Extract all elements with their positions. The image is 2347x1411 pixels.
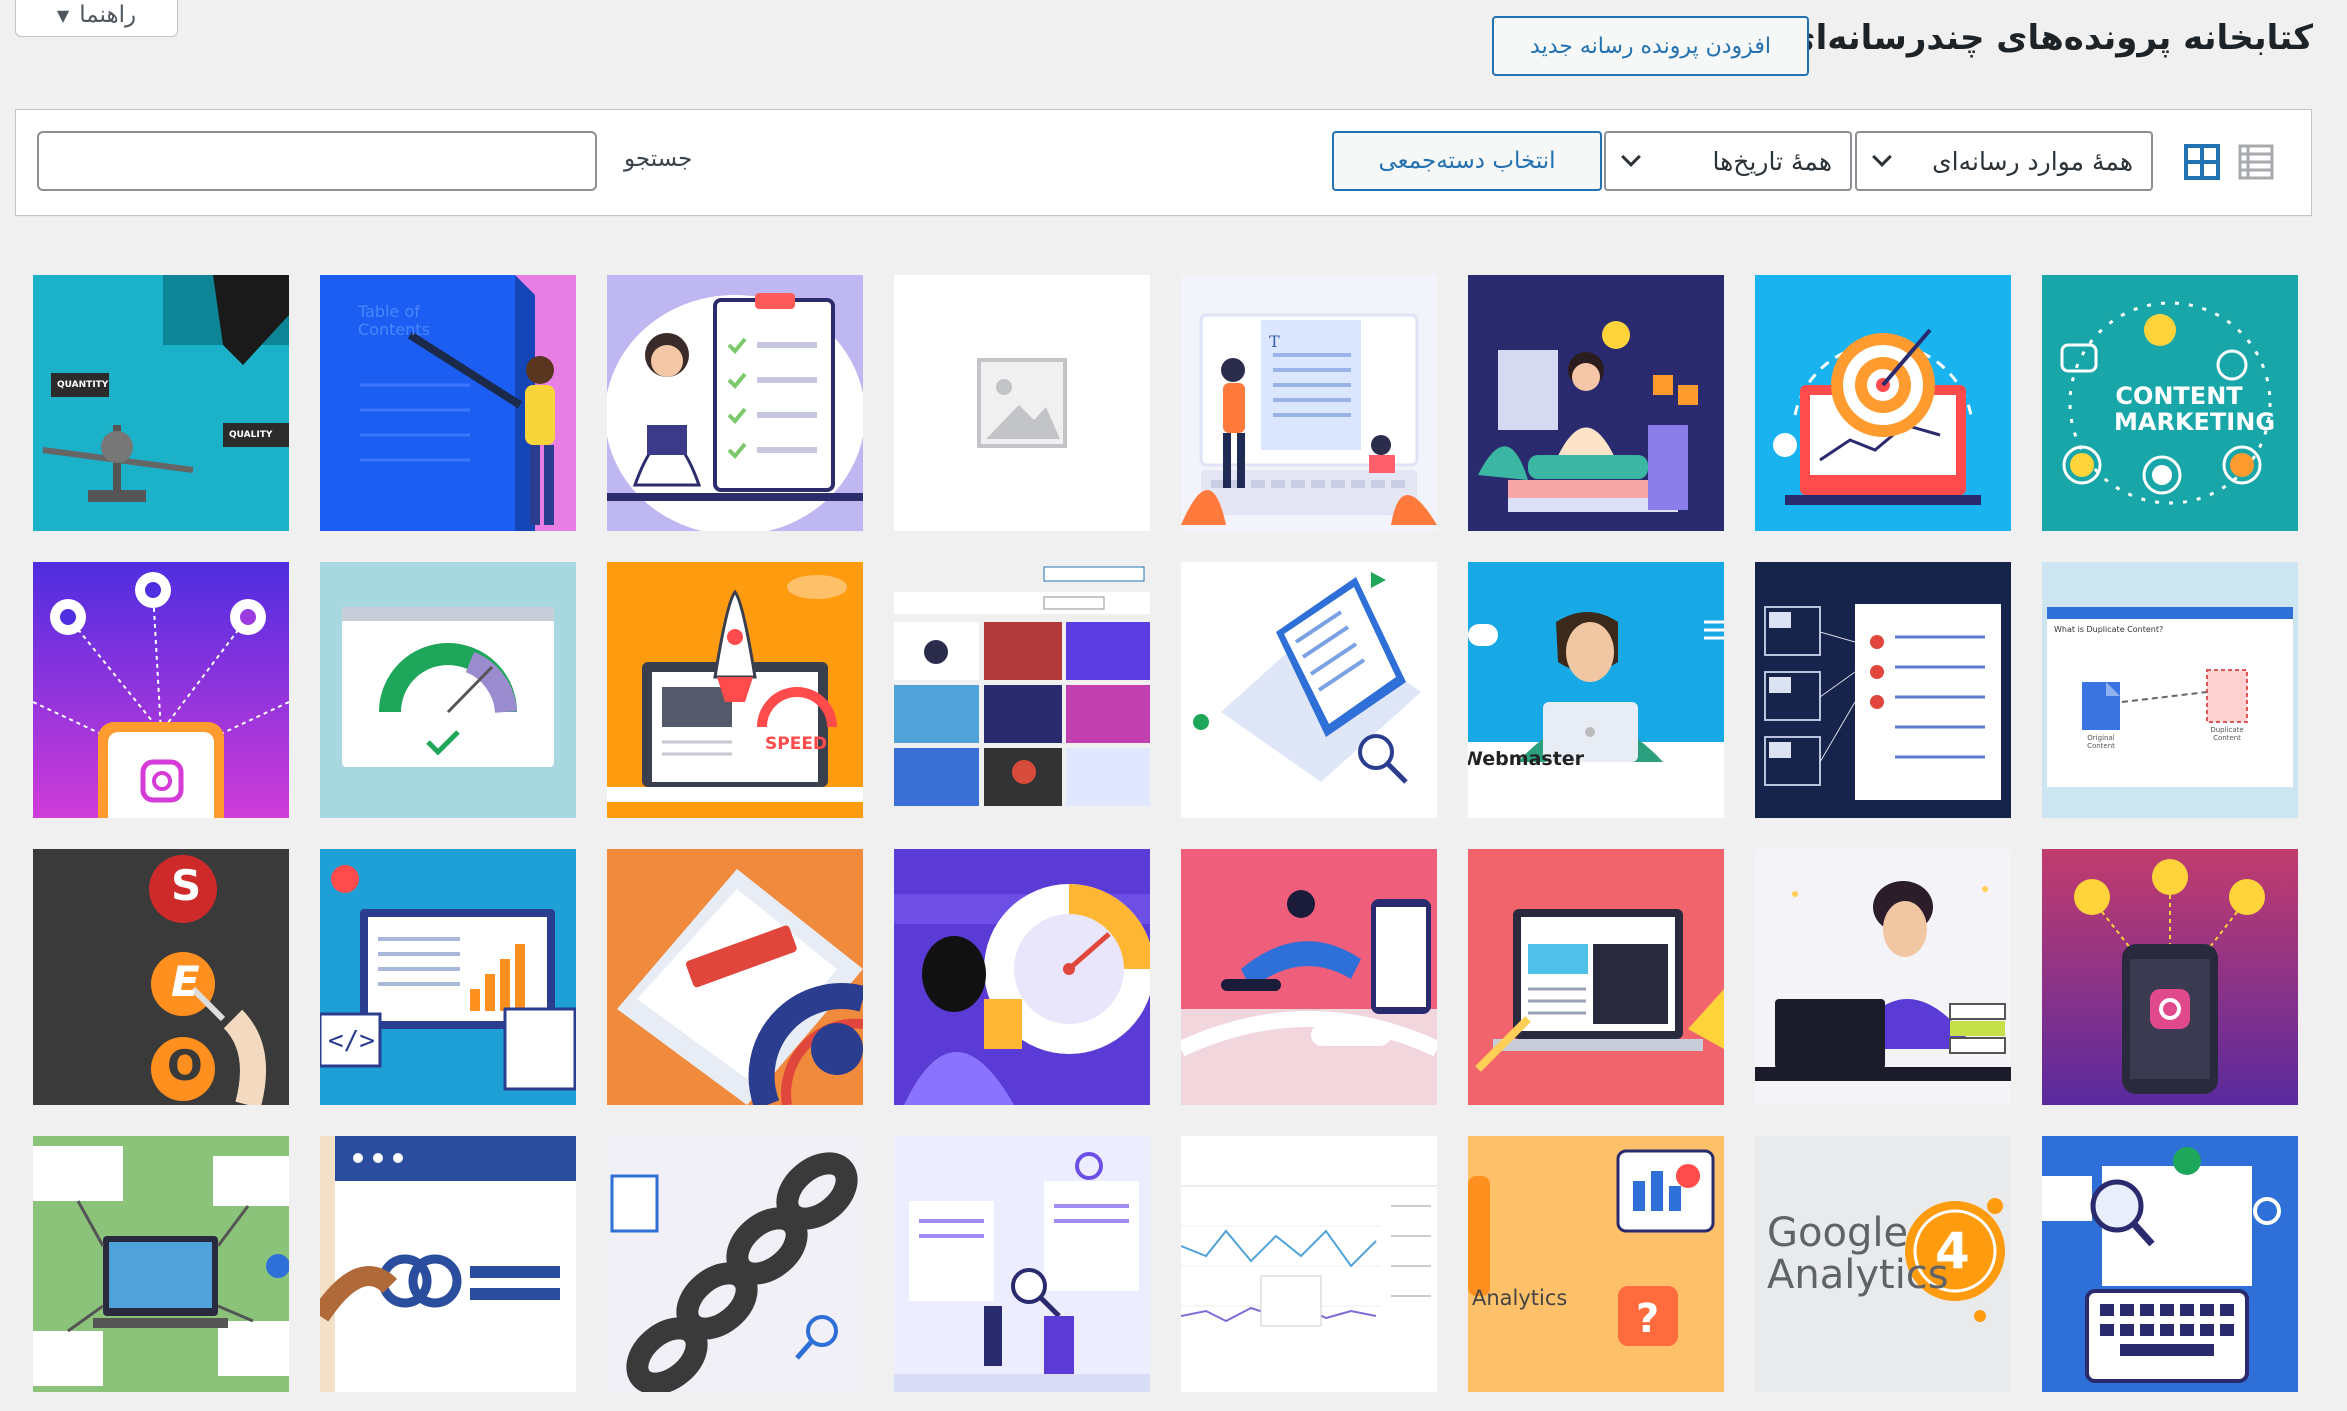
media-item[interactable] xyxy=(607,275,863,531)
thumb-label: Original Content xyxy=(2087,734,2115,750)
thumb-label: Webmaster xyxy=(1468,748,1585,770)
date-filter-select[interactable]: همهٔ تاریخ‌ها xyxy=(1604,131,1852,191)
media-item[interactable] xyxy=(1755,275,2011,531)
media-item[interactable] xyxy=(2042,1136,2298,1392)
media-item[interactable]: Webmaster xyxy=(1468,562,1724,818)
thumb-label: O xyxy=(167,1041,203,1090)
media-item[interactable] xyxy=(1181,1136,1437,1392)
media-item[interactable] xyxy=(33,562,289,818)
grid-view-icon[interactable] xyxy=(2184,144,2220,180)
media-item[interactable] xyxy=(320,1136,576,1392)
media-item[interactable] xyxy=(894,275,1150,531)
svg-text:T: T xyxy=(1269,332,1280,351)
search-input[interactable] xyxy=(37,131,597,191)
media-item[interactable] xyxy=(1468,849,1724,1105)
thumb-label: E xyxy=(171,957,200,1006)
media-item[interactable] xyxy=(1468,275,1724,531)
media-item[interactable]: QUANTITY QUALITY xyxy=(33,275,289,531)
thumb-label: Google Analytics xyxy=(1767,1210,1949,1298)
media-item[interactable]: S E O xyxy=(33,849,289,1105)
media-type-filter-select[interactable]: همهٔ موارد رسانه‌ای xyxy=(1855,131,2153,191)
svg-text:?: ? xyxy=(1636,1296,1659,1342)
media-item[interactable] xyxy=(894,562,1150,818)
media-item[interactable]: CONTENT MARKETING xyxy=(2042,275,2298,531)
thumb-label: S xyxy=(171,861,202,910)
media-item[interactable]: T xyxy=(1181,275,1437,531)
media-item[interactable]: Google Analytics 4 xyxy=(1755,1136,2011,1392)
thumb-label: SPEED xyxy=(765,734,828,754)
page-title: کتابخانه پرونده‌های چندرسانه‌ای xyxy=(1784,18,2313,58)
media-item[interactable] xyxy=(320,562,576,818)
thumb-label: QUALITY xyxy=(229,430,273,440)
media-item[interactable] xyxy=(607,849,863,1105)
date-filter-value: همهٔ تاریخ‌ها xyxy=(1712,146,1832,176)
media-item[interactable]: What is Duplicate Content? Original Cont… xyxy=(2042,562,2298,818)
media-item[interactable] xyxy=(894,1136,1150,1392)
media-item[interactable] xyxy=(1181,562,1437,818)
search-label: جستجو xyxy=(624,146,693,172)
media-item[interactable] xyxy=(1755,849,2011,1105)
thumb-label: What is Duplicate Content? xyxy=(2054,625,2164,634)
thumb-label: Table of Contents xyxy=(358,302,430,339)
media-toolbar: جستجو انتخاب دسته‌جمعی همهٔ تاریخ‌ها همه… xyxy=(15,109,2312,216)
thumb-label: CONTENT MARKETING xyxy=(2114,382,2276,436)
media-item[interactable] xyxy=(33,1136,289,1392)
media-item[interactable]: SPEED xyxy=(607,562,863,818)
help-label: راهنما xyxy=(79,2,137,28)
thumb-label: 4 xyxy=(1935,1222,1970,1280)
media-item[interactable] xyxy=(1181,849,1437,1105)
thumb-label: QUANTITY xyxy=(57,380,109,390)
media-item[interactable] xyxy=(1755,562,2011,818)
media-item[interactable] xyxy=(2042,849,2298,1105)
media-type-filter-value: همهٔ موارد رسانه‌ای xyxy=(1932,146,2133,176)
chevron-down-icon xyxy=(1872,147,1892,167)
media-item[interactable]: </> xyxy=(320,849,576,1105)
media-item[interactable] xyxy=(894,849,1150,1105)
help-tab[interactable]: ▼ راهنما xyxy=(15,0,178,37)
media-item[interactable] xyxy=(607,1136,863,1392)
chevron-down-icon xyxy=(1621,147,1641,167)
media-item[interactable]: Table of Contents xyxy=(320,275,576,531)
thumb-label: Duplicate Content xyxy=(2210,726,2244,742)
svg-text:</>: </> xyxy=(328,1026,375,1056)
add-new-media-button[interactable]: افزودن پرونده رسانه جدید xyxy=(1492,16,1809,76)
media-item[interactable]: ? Analytics xyxy=(1468,1136,1724,1392)
thumb-label: Analytics xyxy=(1472,1286,1568,1310)
bulk-select-button[interactable]: انتخاب دسته‌جمعی xyxy=(1332,131,1602,191)
list-view-icon[interactable] xyxy=(2238,144,2274,180)
caret-down-icon: ▼ xyxy=(56,5,70,25)
